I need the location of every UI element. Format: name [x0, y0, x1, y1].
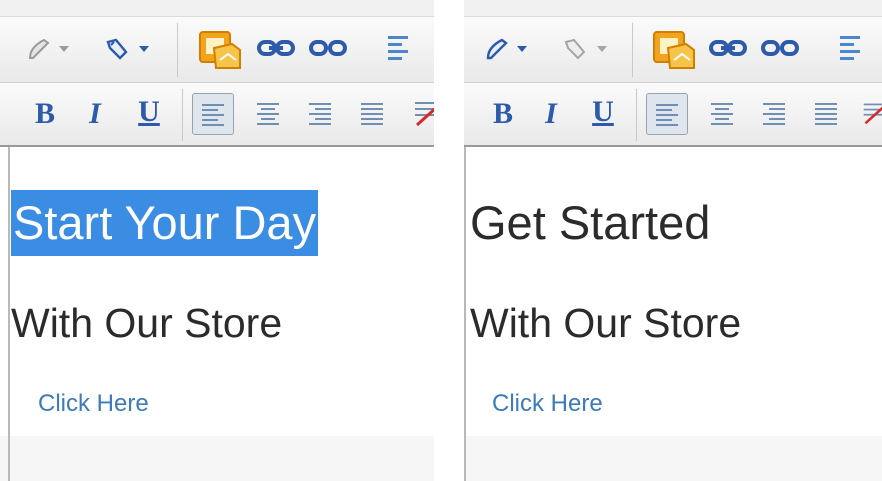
clear-format-icon [863, 103, 882, 125]
editor-panel-left: B I U Start Your Day With Our Store Clic… [0, 0, 434, 481]
brush-button[interactable] [480, 31, 514, 67]
eraser-icon [106, 38, 128, 60]
brush-dropdown[interactable] [58, 43, 70, 55]
insert-image-icon [653, 31, 695, 69]
insert-image-button[interactable] [652, 29, 696, 71]
align-justify-icon [361, 103, 383, 125]
eraser-button[interactable] [100, 31, 136, 67]
window-top-strip [0, 0, 434, 17]
toolbar-separator [632, 23, 633, 77]
eraser-dropdown[interactable] [596, 43, 608, 55]
align-left-button[interactable] [646, 93, 688, 135]
eraser-dropdown[interactable] [138, 43, 150, 55]
toolbar-row-format: B I U [0, 83, 434, 147]
align-left-icon [840, 36, 860, 60]
editor-footer-area [0, 436, 434, 481]
align-center-button[interactable] [704, 95, 740, 131]
italic-button[interactable]: I [80, 95, 110, 133]
align-left-icon [202, 104, 224, 126]
link-button[interactable] [256, 37, 296, 59]
insert-image-button[interactable] [198, 29, 242, 71]
dropdown-arrow-icon [59, 46, 69, 52]
brush-icon [28, 38, 50, 59]
clear-format-button[interactable] [862, 95, 882, 131]
underline-button[interactable]: U [132, 93, 166, 131]
brush-button[interactable] [22, 31, 56, 67]
link-icon [709, 40, 747, 56]
click-here-link[interactable]: Click Here [38, 389, 149, 419]
dropdown-arrow-icon [517, 46, 527, 52]
subheading-text[interactable]: With Our Store [11, 298, 282, 348]
window-top-strip [464, 0, 882, 17]
align-right-button[interactable] [302, 95, 338, 131]
bold-button[interactable]: B [486, 95, 520, 133]
brush-dropdown[interactable] [516, 43, 528, 55]
unlink-icon [761, 40, 799, 56]
editor-left-border [464, 147, 466, 481]
italic-button[interactable]: I [536, 95, 566, 133]
subheading-text[interactable]: With Our Store [470, 298, 741, 348]
underline-button[interactable]: U [586, 93, 620, 131]
bold-button[interactable]: B [28, 95, 62, 133]
toolbar-separator [636, 89, 637, 141]
heading-text[interactable]: Start Your Day [11, 190, 319, 256]
editor-left-border [8, 147, 10, 481]
align-left-icon [656, 104, 678, 126]
clear-format-button[interactable] [412, 95, 434, 131]
editor-panel-right: B I U Get Started With Our Store Click H… [464, 0, 882, 481]
link-button[interactable] [708, 37, 748, 59]
align-right-icon [309, 103, 331, 125]
dropdown-arrow-icon [139, 46, 149, 52]
clear-format-icon [415, 102, 434, 127]
unlink-icon [309, 40, 347, 56]
brush-icon [486, 38, 508, 60]
align-right-icon [763, 103, 785, 125]
align-right-button[interactable] [756, 95, 792, 131]
toolbar-separator [177, 23, 178, 77]
toolbar-separator [182, 89, 183, 141]
eraser-icon [564, 38, 586, 60]
align-justify-button[interactable] [808, 95, 844, 131]
toolbar-row-format: B I U [464, 83, 882, 147]
dropdown-arrow-icon [597, 46, 607, 52]
editor-footer-area [464, 436, 882, 481]
insert-image-icon [199, 31, 241, 69]
align-left-button[interactable] [192, 93, 234, 135]
paragraph-button[interactable] [384, 33, 414, 63]
eraser-button[interactable] [558, 31, 594, 67]
align-justify-icon [815, 103, 837, 125]
toolbar-row-top [464, 17, 882, 83]
unlink-button[interactable] [308, 37, 348, 59]
align-center-icon [257, 103, 279, 125]
align-center-button[interactable] [250, 95, 286, 131]
toolbar-row-top [0, 17, 434, 83]
heading-text[interactable]: Get Started [470, 190, 710, 256]
align-justify-button[interactable] [354, 95, 390, 131]
paragraph-button[interactable] [836, 33, 866, 63]
align-center-icon [711, 103, 733, 125]
unlink-button[interactable] [760, 37, 800, 59]
link-icon [257, 40, 295, 56]
click-here-link[interactable]: Click Here [492, 389, 603, 419]
align-left-icon [388, 36, 408, 60]
